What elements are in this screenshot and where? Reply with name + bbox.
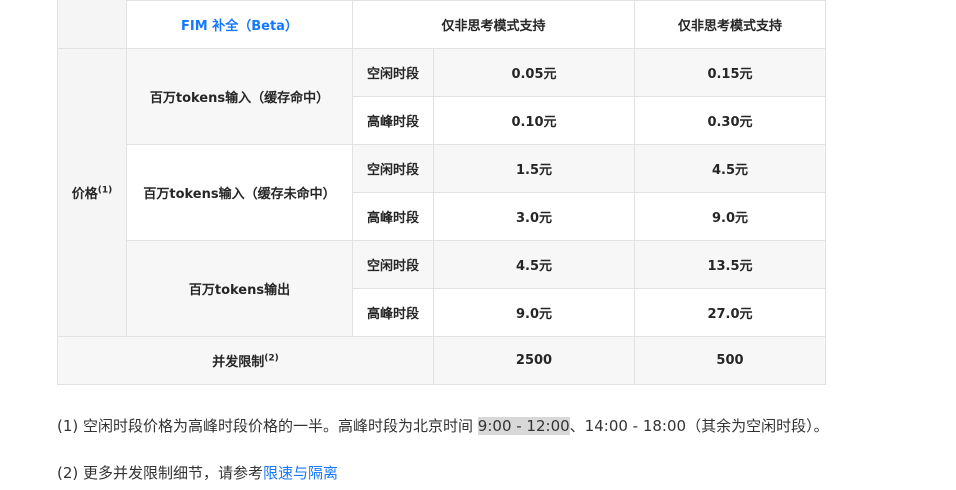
price-cell: 0.05元 [433, 48, 635, 97]
table-row: 百万tokens输入（缓存未命中） 空闲时段 1.5元 4.5元 [58, 144, 826, 241]
price-cell: 4.5元 [634, 144, 826, 193]
concurrency-footnote-ref: (2) [264, 353, 279, 364]
price-cell: 27.0元 [634, 288, 826, 337]
price-label: 价格 [71, 187, 98, 202]
price-header-cell: 价格(1) [57, 48, 127, 337]
concurrency-label: 并发限制 [212, 355, 265, 370]
price-cell: 3.0元 [433, 192, 635, 241]
price-cell: 9.0元 [634, 192, 826, 241]
price-cell: 0.15元 [634, 48, 826, 97]
table-row: 价格(1) 百万tokens输入（缓存命中） 空闲时段 0.05元 0.15元 [57, 48, 826, 337]
price-cell: 4.5元 [433, 240, 635, 289]
fim-col1: 仅非思考模式支持 [352, 0, 635, 49]
footnote-2: (2) 更多并发限制细节，请参考限速与隔离 [57, 462, 338, 483]
period-cell: 空闲时段 [352, 240, 434, 289]
group-label-output: 百万tokens输出 [126, 240, 353, 337]
group-label-cache-miss: 百万tokens输入（缓存未命中） [126, 144, 353, 241]
price-cell: 0.30元 [634, 96, 826, 145]
fim-label: FIM 补全（Beta） [126, 0, 353, 49]
concurrency-col1: 2500 [433, 336, 635, 385]
table-row-fim: FIM 补全（Beta） 仅非思考模式支持 仅非思考模式支持 [58, 0, 826, 49]
period-cell: 空闲时段 [352, 48, 434, 97]
concurrency-header-cell: 并发限制(2) [57, 336, 434, 385]
price-cell: 0.10元 [433, 96, 635, 145]
footnote-1-text-end: 、14:00 - 18:00（其余为空闲时段）。 [569, 417, 829, 435]
price-cell: 1.5元 [433, 144, 635, 193]
footnote-1-text: (1) 空闲时段价格为高峰时段价格的一半。高峰时段为北京时间 [57, 417, 478, 435]
price-cell: 9.0元 [433, 288, 635, 337]
footnote-1-highlight: 9:00 - 12:00 [477, 417, 570, 435]
period-cell: 高峰时段 [352, 192, 434, 241]
pricing-table: FIM 补全（Beta） 仅非思考模式支持 仅非思考模式支持 价格(1) 百万t… [57, 0, 826, 385]
footnote-2-text: (2) 更多并发限制细节，请参考 [57, 464, 264, 482]
price-cell: 13.5元 [634, 240, 826, 289]
concurrency-col2: 500 [634, 336, 826, 385]
footnote-1: (1) 空闲时段价格为高峰时段价格的一半。高峰时段为北京时间 9:00 - 12… [57, 415, 829, 436]
period-cell: 空闲时段 [352, 144, 434, 193]
price-footnote-ref: (1) [97, 185, 113, 196]
period-cell: 高峰时段 [352, 96, 434, 145]
fim-col2: 仅非思考模式支持 [634, 0, 826, 49]
rate-limit-link[interactable]: 限速与隔离 [263, 464, 338, 482]
table-row-concurrency: 并发限制(2) 2500 500 [57, 336, 826, 385]
group-label-cache-hit: 百万tokens输入（缓存命中） [126, 48, 353, 145]
section-header-cell [57, 0, 127, 49]
period-cell: 高峰时段 [352, 288, 434, 337]
page: FIM 补全（Beta） 仅非思考模式支持 仅非思考模式支持 价格(1) 百万t… [0, 0, 956, 490]
table-row: 百万tokens输出 空闲时段 4.5元 13.5元 [58, 240, 826, 337]
